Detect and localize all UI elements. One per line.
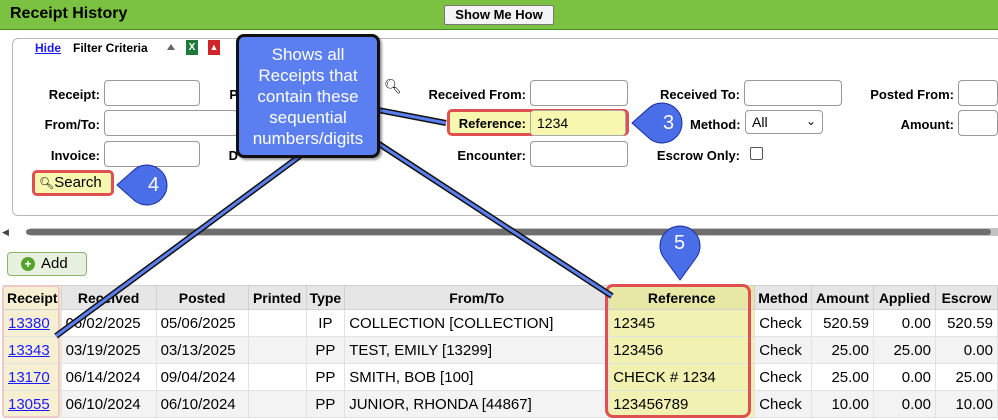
type-cell: PP <box>305 390 346 418</box>
method-label: Method: <box>690 117 741 132</box>
horizontal-scrollbar[interactable]: ◀ <box>0 227 998 238</box>
reference-label: Reference: <box>458 116 526 131</box>
hide-filter-link[interactable]: Hide <box>35 41 61 55</box>
col-header-method[interactable]: Method <box>754 285 812 310</box>
amount-label: Amount: <box>900 117 954 132</box>
posted-from-label: Posted From: <box>870 87 954 102</box>
pdf-export-icon[interactable]: ▲ <box>208 40 220 55</box>
amount-cell: 520.59 <box>810 309 874 337</box>
from-to-cell: JUNIOR, RHONDA [44867] <box>344 390 610 418</box>
applied-cell: 0.00 <box>872 309 936 337</box>
search-button-label: Search <box>54 174 102 191</box>
printed-cell <box>247 309 307 337</box>
escrow-cell: 520.59 <box>934 309 998 337</box>
applied-cell: 0.00 <box>872 363 936 391</box>
add-button-label: Add <box>41 255 68 272</box>
reference-input[interactable] <box>530 110 626 136</box>
table-row[interactable]: 13380 06/02/2025 05/06/2025 IP COLLECTIO… <box>3 309 998 337</box>
receipt-input[interactable] <box>104 80 200 106</box>
type-cell: PP <box>305 336 346 364</box>
received-cell: 03/19/2025 <box>60 336 157 364</box>
show-me-how-button[interactable]: Show Me How <box>444 5 554 25</box>
invoice-label: Invoice: <box>50 148 100 163</box>
badge-5-label: 5 <box>674 232 686 254</box>
filter-criteria-title: Filter Criteria <box>73 41 148 55</box>
col-header-posted[interactable]: Posted <box>155 285 249 310</box>
escrow-only-label: Escrow Only: <box>656 148 740 163</box>
receipt-column-outline <box>2 285 60 418</box>
badge-4-label: 4 <box>148 174 160 196</box>
method-cell: Check <box>754 336 812 364</box>
search-button[interactable]: 🔍︎Search <box>32 170 114 196</box>
col-header-applied[interactable]: Applied <box>872 285 936 310</box>
col-header-printed[interactable]: Printed <box>247 285 307 310</box>
col-header-escrow[interactable]: Escrow <box>934 285 998 310</box>
escrow-cell: 25.00 <box>934 363 998 391</box>
received-to-input[interactable] <box>744 80 842 106</box>
col-header-received[interactable]: Received <box>60 285 157 310</box>
table-row[interactable]: 13170 06/14/2024 09/04/2024 PP SMITH, BO… <box>3 363 998 391</box>
table-row[interactable]: 13343 03/19/2025 03/13/2025 PP TEST, EMI… <box>3 336 998 364</box>
type-cell: PP <box>305 363 346 391</box>
escrow-only-checkbox[interactable] <box>750 147 763 160</box>
table-header-row: Receipt Received Posted Printed Type Fro… <box>3 285 998 310</box>
method-select[interactable]: All ⌄ <box>745 110 823 134</box>
method-value: All <box>752 114 768 130</box>
from-to-input[interactable] <box>104 110 238 136</box>
col-header-type[interactable]: Type <box>305 285 346 310</box>
received-cell: 06/02/2025 <box>60 309 157 337</box>
posted-cell: 05/06/2025 <box>155 309 249 337</box>
receipts-table: Receipt Received Posted Printed Type Fro… <box>3 285 998 418</box>
amount-input[interactable] <box>958 110 998 136</box>
from-to-label: From/To: <box>44 117 100 132</box>
method-cell: Check <box>754 309 812 337</box>
receipt-label: Receipt: <box>48 87 100 102</box>
reference-column-outline <box>605 284 751 418</box>
callout-tooltip: Shows all Receipts that contain these se… <box>236 34 380 158</box>
encounter-input[interactable] <box>530 141 628 167</box>
table-row[interactable]: 13055 06/10/2024 06/10/2024 PP JUNIOR, R… <box>3 390 998 418</box>
type-cell: IP <box>305 309 346 337</box>
chevron-down-icon: ⌄ <box>805 114 816 128</box>
amount-cell: 25.00 <box>810 363 874 391</box>
received-from-label: Received From: <box>428 87 526 102</box>
escrow-cell: 0.00 <box>934 336 998 364</box>
plus-icon: + <box>21 257 35 271</box>
page-title: Receipt History <box>10 5 128 22</box>
printed-cell <box>247 390 307 418</box>
applied-cell: 25.00 <box>872 336 936 364</box>
applied-cell: 0.00 <box>872 390 936 418</box>
excel-export-icon[interactable]: X <box>186 40 198 55</box>
posted-cell: 03/13/2025 <box>155 336 249 364</box>
encounter-label: Encounter: <box>457 148 526 163</box>
from-to-cell: SMITH, BOB [100] <box>344 363 610 391</box>
printed-cell <box>247 363 307 391</box>
amount-cell: 10.00 <box>810 390 874 418</box>
scroll-left-arrow-icon[interactable]: ◀ <box>2 227 9 238</box>
scrollbar-thumb[interactable] <box>26 229 991 235</box>
from-to-cell: TEST, EMILY [13299] <box>344 336 610 364</box>
from-to-cell: COLLECTION [COLLECTION] <box>344 309 610 337</box>
title-bar: Receipt History Show Me How <box>0 0 998 30</box>
col-header-amount[interactable]: Amount <box>810 285 874 310</box>
col-header-from-to[interactable]: From/To <box>344 285 610 310</box>
invoice-input[interactable] <box>104 141 200 167</box>
method-cell: Check <box>754 390 812 418</box>
method-cell: Check <box>754 363 812 391</box>
received-from-input[interactable] <box>530 80 628 106</box>
posted-from-input[interactable] <box>958 80 998 106</box>
received-cell: 06/14/2024 <box>60 363 157 391</box>
posted-cell: 09/04/2024 <box>155 363 249 391</box>
badge-3-label: 3 <box>663 112 675 134</box>
escrow-cell: 10.00 <box>934 390 998 418</box>
amount-cell: 25.00 <box>810 336 874 364</box>
received-cell: 06/10/2024 <box>60 390 157 418</box>
received-to-label: Received To: <box>660 87 740 102</box>
posted-cell: 06/10/2024 <box>155 390 249 418</box>
collapse-triangle-icon[interactable] <box>167 44 175 50</box>
printed-cell <box>247 336 307 364</box>
search-icon: 🔍︎ <box>39 176 55 190</box>
add-button[interactable]: + Add <box>7 252 87 276</box>
